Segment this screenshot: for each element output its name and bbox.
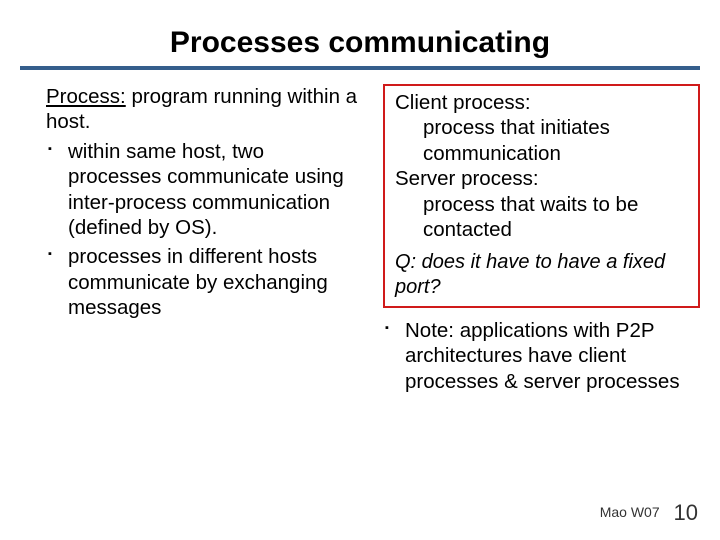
process-definition: Process: program running within a host. [46,84,363,135]
bullet2-underlined: messages [68,296,161,319]
fixed-port-question: Q: does it have to have a fixed port? [395,250,688,300]
left-bullet-list: within same host, two processes communic… [46,139,363,321]
server-process-text: process that waits to be contacted [395,192,688,243]
bullet1-underlined: inter-process communication [68,191,330,214]
client-process-text: process that initiates communication [395,115,688,166]
bullet1-pre: within same host, two processes communic… [68,140,344,188]
right-bullet-list: Note: applications with P2P architecture… [383,318,700,394]
two-column-layout: Process: program running within a host. … [20,84,700,398]
slide-title: Processes communicating [20,26,700,60]
page-number: 10 [674,500,698,525]
bullet1-post: (defined by OS). [68,216,217,239]
process-term: Process: [46,85,126,108]
server-process-label: Server process: [395,167,539,190]
client-process-label: Client process: [395,91,531,114]
server-process-definition: Server process: process that waits to be… [395,166,688,242]
left-column: Process: program running within a host. … [20,84,363,398]
slide: Processes communicating Process: program… [0,0,720,540]
client-server-box: Client process: process that initiates c… [383,84,700,308]
slide-footer: Mao W07 10 [600,500,698,526]
right-column: Client process: process that initiates c… [379,84,700,398]
title-underline [20,66,700,70]
bullet2-pre: processes in different hosts communicate… [68,245,328,293]
client-process-definition: Client process: process that initiates c… [395,90,688,166]
left-bullet-1: within same host, two processes communic… [46,139,363,241]
left-bullet-2: processes in different hosts communicate… [46,244,363,320]
footer-credit: Mao W07 [600,504,660,520]
right-bullet-note: Note: applications with P2P architecture… [383,318,700,394]
